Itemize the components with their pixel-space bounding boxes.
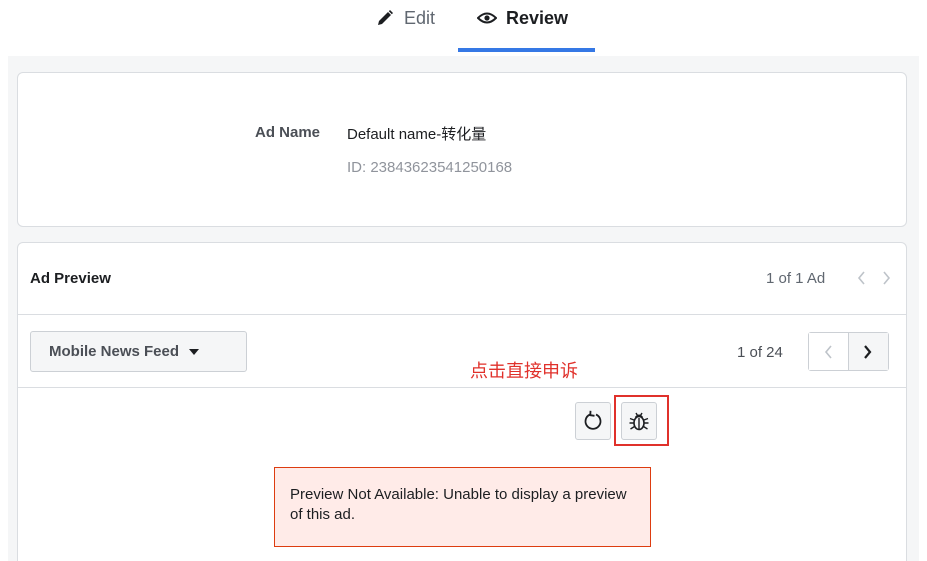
tab-edit-label: Edit [404,7,436,28]
preview-error-box: Preview Not Available: Unable to display… [274,467,651,547]
chevron-right-icon [864,344,872,359]
active-tab-indicator [458,48,595,52]
ad-preview-title: Ad Preview [30,270,111,287]
tab-review[interactable]: Review [476,6,568,30]
report-bug-button[interactable] [621,402,657,440]
placement-label: Mobile News Feed [49,343,180,360]
caret-down-icon [189,348,200,355]
chevron-right-icon [883,271,891,285]
tab-review-label: Review [506,7,569,28]
previous-preview-button[interactable] [809,333,849,370]
next-preview-button[interactable] [848,333,888,370]
chevron-left-icon [825,344,832,359]
chevron-left-icon [857,271,865,285]
refresh-button[interactable] [575,402,611,440]
ad-name-label: Ad Name [255,124,321,141]
annotation-text: 点击直接申诉 [470,361,578,382]
next-ad-button[interactable] [877,263,897,293]
divider [18,387,906,388]
ad-id: ID: 23843623541250168 [347,159,513,176]
preview-error-text: Preview Not Available: Unable to display… [290,486,627,523]
ad-count: 1 of 1 Ad [766,270,826,287]
top-tab-bar: Edit Review [0,0,927,56]
placement-dropdown[interactable]: Mobile News Feed [30,331,247,372]
preview-page-count: 1 of 24 [737,344,783,361]
ad-name-card [17,72,907,227]
refresh-icon [584,410,602,430]
eye-icon [476,7,498,29]
tab-edit[interactable]: Edit [374,6,435,30]
divider [18,314,906,315]
preview-pager [808,332,889,371]
previous-ad-button[interactable] [851,263,871,293]
ad-name-value: Default name-转化量 [347,126,487,143]
pencil-icon [374,7,396,29]
bug-icon [629,412,649,431]
